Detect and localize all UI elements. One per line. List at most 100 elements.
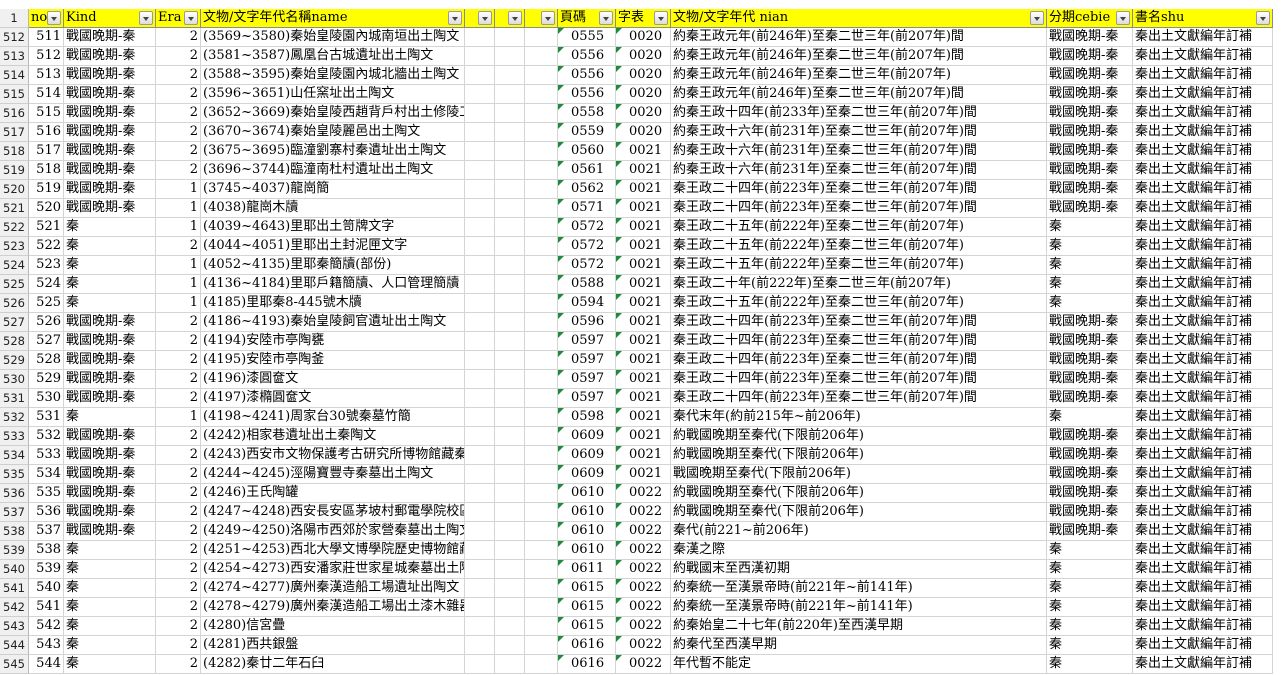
cell-page[interactable]: 0556 [558, 85, 616, 104]
cell-cebie[interactable]: 戰國晚期-秦 [1047, 104, 1133, 123]
cell-code[interactable]: 0022 [616, 503, 671, 522]
cell-code[interactable]: 0021 [616, 180, 671, 199]
cell-no[interactable]: 540 [29, 579, 64, 598]
cell-blank-1[interactable] [465, 598, 495, 617]
cell-blank-3[interactable] [525, 294, 558, 313]
cell-code[interactable]: 0022 [616, 655, 671, 674]
cell-shu[interactable]: 秦出土文獻編年訂補 [1133, 275, 1273, 294]
cell-no[interactable]: 538 [29, 541, 64, 560]
cell-page[interactable]: 0597 [558, 332, 616, 351]
cell-kind[interactable]: 戰國晚期-秦 [64, 142, 156, 161]
row-header[interactable]: 544 [0, 636, 29, 655]
cell-name[interactable]: (4197)漆橢圓奩文 [201, 389, 465, 408]
cell-blank-1[interactable] [465, 237, 495, 256]
cell-era[interactable]: 2 [156, 636, 201, 655]
cell-shu[interactable]: 秦出土文獻編年訂補 [1133, 161, 1273, 180]
cell-blank-2[interactable] [495, 503, 525, 522]
cell-blank-3[interactable] [525, 47, 558, 66]
cell-nian[interactable]: 秦代末年(約前215年~前206年) [671, 408, 1047, 427]
cell-shu[interactable]: 秦出土文獻編年訂補 [1133, 579, 1273, 598]
cell-page[interactable]: 0609 [558, 427, 616, 446]
cell-era[interactable]: 2 [156, 351, 201, 370]
cell-name[interactable]: (3569~3580)秦始皇陵園內城南垣出土陶文 [201, 28, 465, 47]
cell-nian[interactable]: 戰國晚期至秦代(下限前206年) [671, 465, 1047, 484]
filter-dropdown-icon[interactable] [1256, 11, 1270, 25]
cell-kind[interactable]: 戰國晚期-秦 [64, 104, 156, 123]
cell-blank-1[interactable] [465, 332, 495, 351]
cell-page[interactable]: 0615 [558, 617, 616, 636]
cell-blank-3[interactable] [525, 313, 558, 332]
cell-blank-3[interactable] [525, 85, 558, 104]
filter-dropdown-icon[interactable] [599, 11, 613, 25]
cell-blank-3[interactable] [525, 275, 558, 294]
cell-shu[interactable]: 秦出土文獻編年訂補 [1133, 636, 1273, 655]
cell-era[interactable]: 2 [156, 47, 201, 66]
cell-code[interactable]: 0022 [616, 541, 671, 560]
cell-no[interactable]: 513 [29, 66, 64, 85]
cell-no[interactable]: 520 [29, 199, 64, 218]
cell-era[interactable]: 2 [156, 104, 201, 123]
cell-code[interactable]: 0020 [616, 123, 671, 142]
cell-shu[interactable]: 秦出土文獻編年訂補 [1133, 598, 1273, 617]
cell-shu[interactable]: 秦出土文獻編年訂補 [1133, 351, 1273, 370]
cell-name[interactable]: (3670~3674)秦始皇陵麗邑出土陶文 [201, 123, 465, 142]
cell-nian[interactable]: 秦王政二十四年(前223年)至秦二世三年(前207年)間 [671, 370, 1047, 389]
cell-blank-2[interactable] [495, 446, 525, 465]
cell-kind[interactable]: 秦 [64, 275, 156, 294]
cell-code[interactable]: 0022 [616, 636, 671, 655]
cell-blank-1[interactable] [465, 636, 495, 655]
cell-page[interactable]: 0611 [558, 560, 616, 579]
row-header[interactable]: 538 [0, 522, 29, 541]
row-header[interactable]: 513 [0, 47, 29, 66]
cell-shu[interactable]: 秦出土文獻編年訂補 [1133, 408, 1273, 427]
cell-page[interactable]: 0571 [558, 199, 616, 218]
cell-page[interactable]: 0572 [558, 218, 616, 237]
cell-no[interactable]: 517 [29, 142, 64, 161]
cell-cebie[interactable]: 秦 [1047, 636, 1133, 655]
cell-kind[interactable]: 戰國晚期-秦 [64, 180, 156, 199]
cell-nian[interactable]: 秦王政二十四年(前223年)至秦二世三年(前207年)間 [671, 313, 1047, 332]
cell-cebie[interactable]: 戰國晚期-秦 [1047, 47, 1133, 66]
cell-blank-2[interactable] [495, 598, 525, 617]
cell-name[interactable]: (4246)王氏陶罐 [201, 484, 465, 503]
cell-name[interactable]: (4044~4051)里耶出土封泥匣文字 [201, 237, 465, 256]
cell-nian[interactable]: 秦王政二十五年(前222年)至秦二世三年(前207年) [671, 256, 1047, 275]
cell-blank-1[interactable] [465, 180, 495, 199]
cell-name[interactable]: (4249~4250)洛陽市西郊於家營秦墓出土陶文 [201, 522, 465, 541]
cell-page[interactable]: 0588 [558, 275, 616, 294]
cell-cebie[interactable]: 秦 [1047, 408, 1133, 427]
cell-cebie[interactable]: 戰國晚期-秦 [1047, 484, 1133, 503]
cell-code[interactable]: 0022 [616, 579, 671, 598]
row-header[interactable]: 519 [0, 161, 29, 180]
cell-blank-1[interactable] [465, 655, 495, 674]
cell-blank-2[interactable] [495, 256, 525, 275]
row-header[interactable]: 533 [0, 427, 29, 446]
cell-shu[interactable]: 秦出土文獻編年訂補 [1133, 85, 1273, 104]
row-header[interactable]: 529 [0, 351, 29, 370]
cell-nian[interactable]: 約秦王政元年(前246年)至秦二世三年(前207年)間 [671, 85, 1047, 104]
cell-nian[interactable]: 秦王政二十五年(前222年)至秦二世三年(前207年) [671, 294, 1047, 313]
cell-blank-1[interactable] [465, 541, 495, 560]
cell-blank-2[interactable] [495, 161, 525, 180]
cell-era[interactable]: 2 [156, 332, 201, 351]
cell-cebie[interactable]: 秦 [1047, 655, 1133, 674]
cell-page[interactable]: 0610 [558, 503, 616, 522]
cell-cebie[interactable]: 戰國晚期-秦 [1047, 332, 1133, 351]
cell-kind[interactable]: 戰國晚期-秦 [64, 465, 156, 484]
cell-nian[interactable]: 約秦代至西漢早期 [671, 636, 1047, 655]
cell-kind[interactable]: 戰國晚期-秦 [64, 332, 156, 351]
cell-nian[interactable]: 約秦統一至漢景帝時(前221年~前141年) [671, 579, 1047, 598]
cell-code[interactable]: 0021 [616, 275, 671, 294]
cell-shu[interactable]: 秦出土文獻編年訂補 [1133, 142, 1273, 161]
cell-kind[interactable]: 戰國晚期-秦 [64, 161, 156, 180]
cell-blank-2[interactable] [495, 142, 525, 161]
cell-name[interactable]: (4039~4643)里耶出土笥牌文字 [201, 218, 465, 237]
row-header[interactable]: 540 [0, 560, 29, 579]
cell-no[interactable]: 539 [29, 560, 64, 579]
cell-name[interactable]: (4247~4248)西安長安區茅坡村郵電學院校區秦墓陶器 [201, 503, 465, 522]
cell-blank-1[interactable] [465, 579, 495, 598]
cell-blank-1[interactable] [465, 256, 495, 275]
cell-name[interactable]: (4052~4135)里耶秦簡牘(部份) [201, 256, 465, 275]
cell-blank-1[interactable] [465, 446, 495, 465]
cell-era[interactable]: 1 [156, 275, 201, 294]
